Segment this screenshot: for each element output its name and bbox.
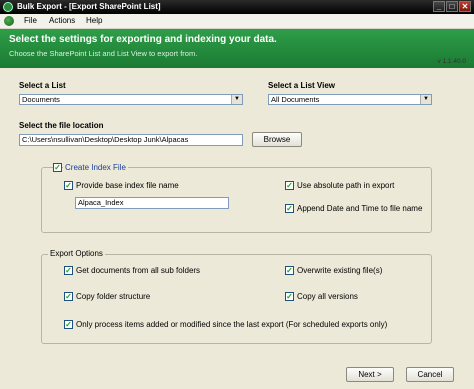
version-label: v 1.1.40.0 xyxy=(437,58,466,65)
only-new-label: Only process items added or modified sin… xyxy=(76,320,388,329)
append-date-checkbox[interactable]: ✓ xyxy=(285,204,294,213)
create-index-label: Create Index File xyxy=(63,163,128,172)
overwrite-checkbox[interactable]: ✓ xyxy=(285,266,294,275)
subfolders-checkbox[interactable]: ✓ xyxy=(64,266,73,275)
banner-title: Select the settings for exporting and in… xyxy=(9,34,277,45)
create-index-checkbox[interactable]: ✓ xyxy=(53,163,62,172)
close-button[interactable]: ✕ xyxy=(459,1,471,12)
app-menu-icon[interactable] xyxy=(4,16,14,26)
window-title: Bulk Export - [Export SharePoint List] xyxy=(17,2,161,11)
app-icon xyxy=(3,2,13,12)
title-bar: Bulk Export - [Export SharePoint List] _… xyxy=(0,0,474,14)
menu-bar: File Actions Help xyxy=(0,14,474,29)
menu-actions[interactable]: Actions xyxy=(49,16,75,26)
select-list-label: Select a List xyxy=(19,81,66,90)
overwrite-label: Overwrite existing file(s) xyxy=(297,266,383,275)
file-location-label: Select the file location xyxy=(19,121,104,130)
index-name-input[interactable]: Alpaca_Index xyxy=(75,197,229,209)
chevron-down-icon: ▼ xyxy=(420,95,431,104)
chevron-down-icon: ▼ xyxy=(231,95,242,104)
file-location-input[interactable]: C:\Users\nsullivan\Desktop\Desktop Junk\… xyxy=(19,134,243,146)
menu-help[interactable]: Help xyxy=(86,16,102,26)
header-banner: Select the settings for exporting and in… xyxy=(0,29,474,68)
select-list-view-label: Select a List View xyxy=(268,81,335,90)
provide-name-label: Provide base index file name xyxy=(76,181,179,190)
absolute-path-label: Use absolute path in export xyxy=(297,181,395,190)
folder-structure-checkbox[interactable]: ✓ xyxy=(64,292,73,301)
absolute-path-checkbox[interactable]: ✓ xyxy=(285,181,294,190)
next-button[interactable]: Next > xyxy=(346,367,394,382)
append-date-label: Append Date and Time to file name xyxy=(297,204,423,213)
browse-button[interactable]: Browse xyxy=(252,132,302,147)
list-view-dropdown[interactable]: All Documents ▼ xyxy=(268,94,432,105)
provide-name-checkbox[interactable]: ✓ xyxy=(64,181,73,190)
list-dropdown[interactable]: Documents ▼ xyxy=(19,94,243,105)
banner-subtitle: Choose the SharePoint List and List View… xyxy=(9,49,198,58)
folder-structure-label: Copy folder structure xyxy=(76,292,151,301)
only-new-checkbox[interactable]: ✓ xyxy=(64,320,73,329)
maximize-button[interactable]: □ xyxy=(446,1,458,12)
list-view-dropdown-value: All Documents xyxy=(271,95,320,104)
menu-file[interactable]: File xyxy=(24,16,37,26)
subfolders-label: Get documents from all sub folders xyxy=(76,266,201,275)
all-versions-checkbox[interactable]: ✓ xyxy=(285,292,294,301)
minimize-button[interactable]: _ xyxy=(433,1,445,12)
list-dropdown-value: Documents xyxy=(22,95,60,104)
cancel-button[interactable]: Cancel xyxy=(406,367,454,382)
all-versions-label: Copy all versions xyxy=(297,292,358,301)
export-options-label: Export Options xyxy=(48,249,105,259)
